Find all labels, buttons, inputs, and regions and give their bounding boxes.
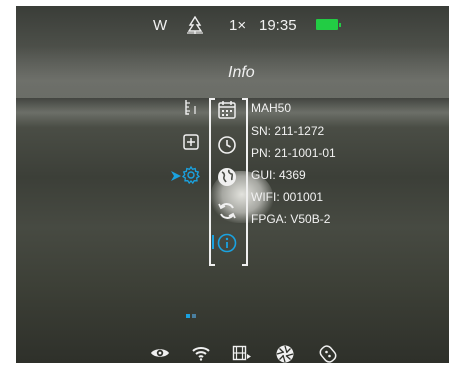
page-dot-active [186,314,190,318]
clock-time: 19:35 [259,16,297,34]
ruler-icon[interactable] [179,98,203,120]
clock-icon[interactable] [216,134,240,158]
eye-icon[interactable] [150,345,170,363]
info-part-number: PN: 21-1001-01 [251,146,336,160]
info-model: MAH50 [251,101,292,115]
menu-title: Info [228,64,255,81]
page-indicator [186,305,198,323]
wifi-icon[interactable] [191,344,211,363]
refresh-icon[interactable] [216,200,240,224]
info-fpga-version: FPGA: V50B-2 [251,212,331,226]
zoom-indicator: 1× [229,16,247,34]
battery-icon [316,19,341,30]
info-icon[interactable] [216,232,240,256]
forest-mode-icon [186,14,204,36]
aperture-icon[interactable] [275,344,295,363]
plus-box-icon[interactable] [179,133,203,155]
stabilizer-icon[interactable] [318,344,338,363]
mode-indicator: W [153,16,168,34]
selection-bracket-right [242,98,248,266]
viewfinder-screen: W 1× 19:35 Info MAH50 SN: 211-1272 PN: 2… [16,6,449,363]
active-item-marker [212,235,214,249]
gear-icon[interactable] [179,165,203,187]
page-dot [192,314,196,318]
info-gui-version: GUI: 4369 [251,168,306,182]
info-serial-number: SN: 211-1272 [251,124,325,138]
info-wifi: WIFI: 001001 [251,190,324,204]
globe-icon[interactable] [216,166,240,190]
calendar-icon[interactable] [216,99,240,123]
video-recording-icon[interactable] [232,345,252,363]
